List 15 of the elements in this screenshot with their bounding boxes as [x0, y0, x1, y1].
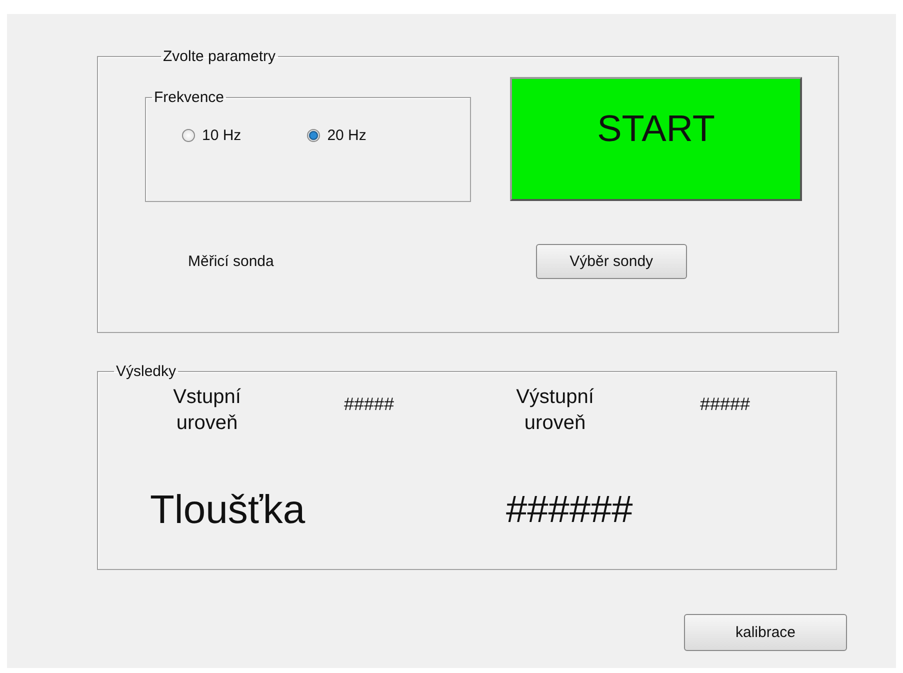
start-button[interactable]: START — [510, 77, 802, 201]
output-level-label: Výstupní uroveň — [515, 385, 595, 436]
group-title: Frekvence — [153, 89, 226, 106]
calibration-button[interactable]: kalibrace — [684, 614, 847, 651]
panel-title: Výsledky — [115, 363, 178, 380]
thickness-value: ###### — [506, 489, 633, 532]
panel-title: Zvolte parametry — [162, 48, 277, 65]
output-level-value: ##### — [700, 394, 750, 415]
radio-button[interactable]: 10 Hz — [182, 127, 242, 144]
input-level-label: Vstupní uroveň — [172, 385, 242, 436]
thickness-label: Tloušťka — [150, 488, 306, 533]
input-level-value: ##### — [344, 394, 394, 415]
probe-select-button[interactable]: Výběr sondy — [536, 244, 687, 279]
probe-label: Měřicí sonda — [188, 253, 274, 270]
radio-button[interactable]: 20 Hz — [307, 127, 366, 144]
